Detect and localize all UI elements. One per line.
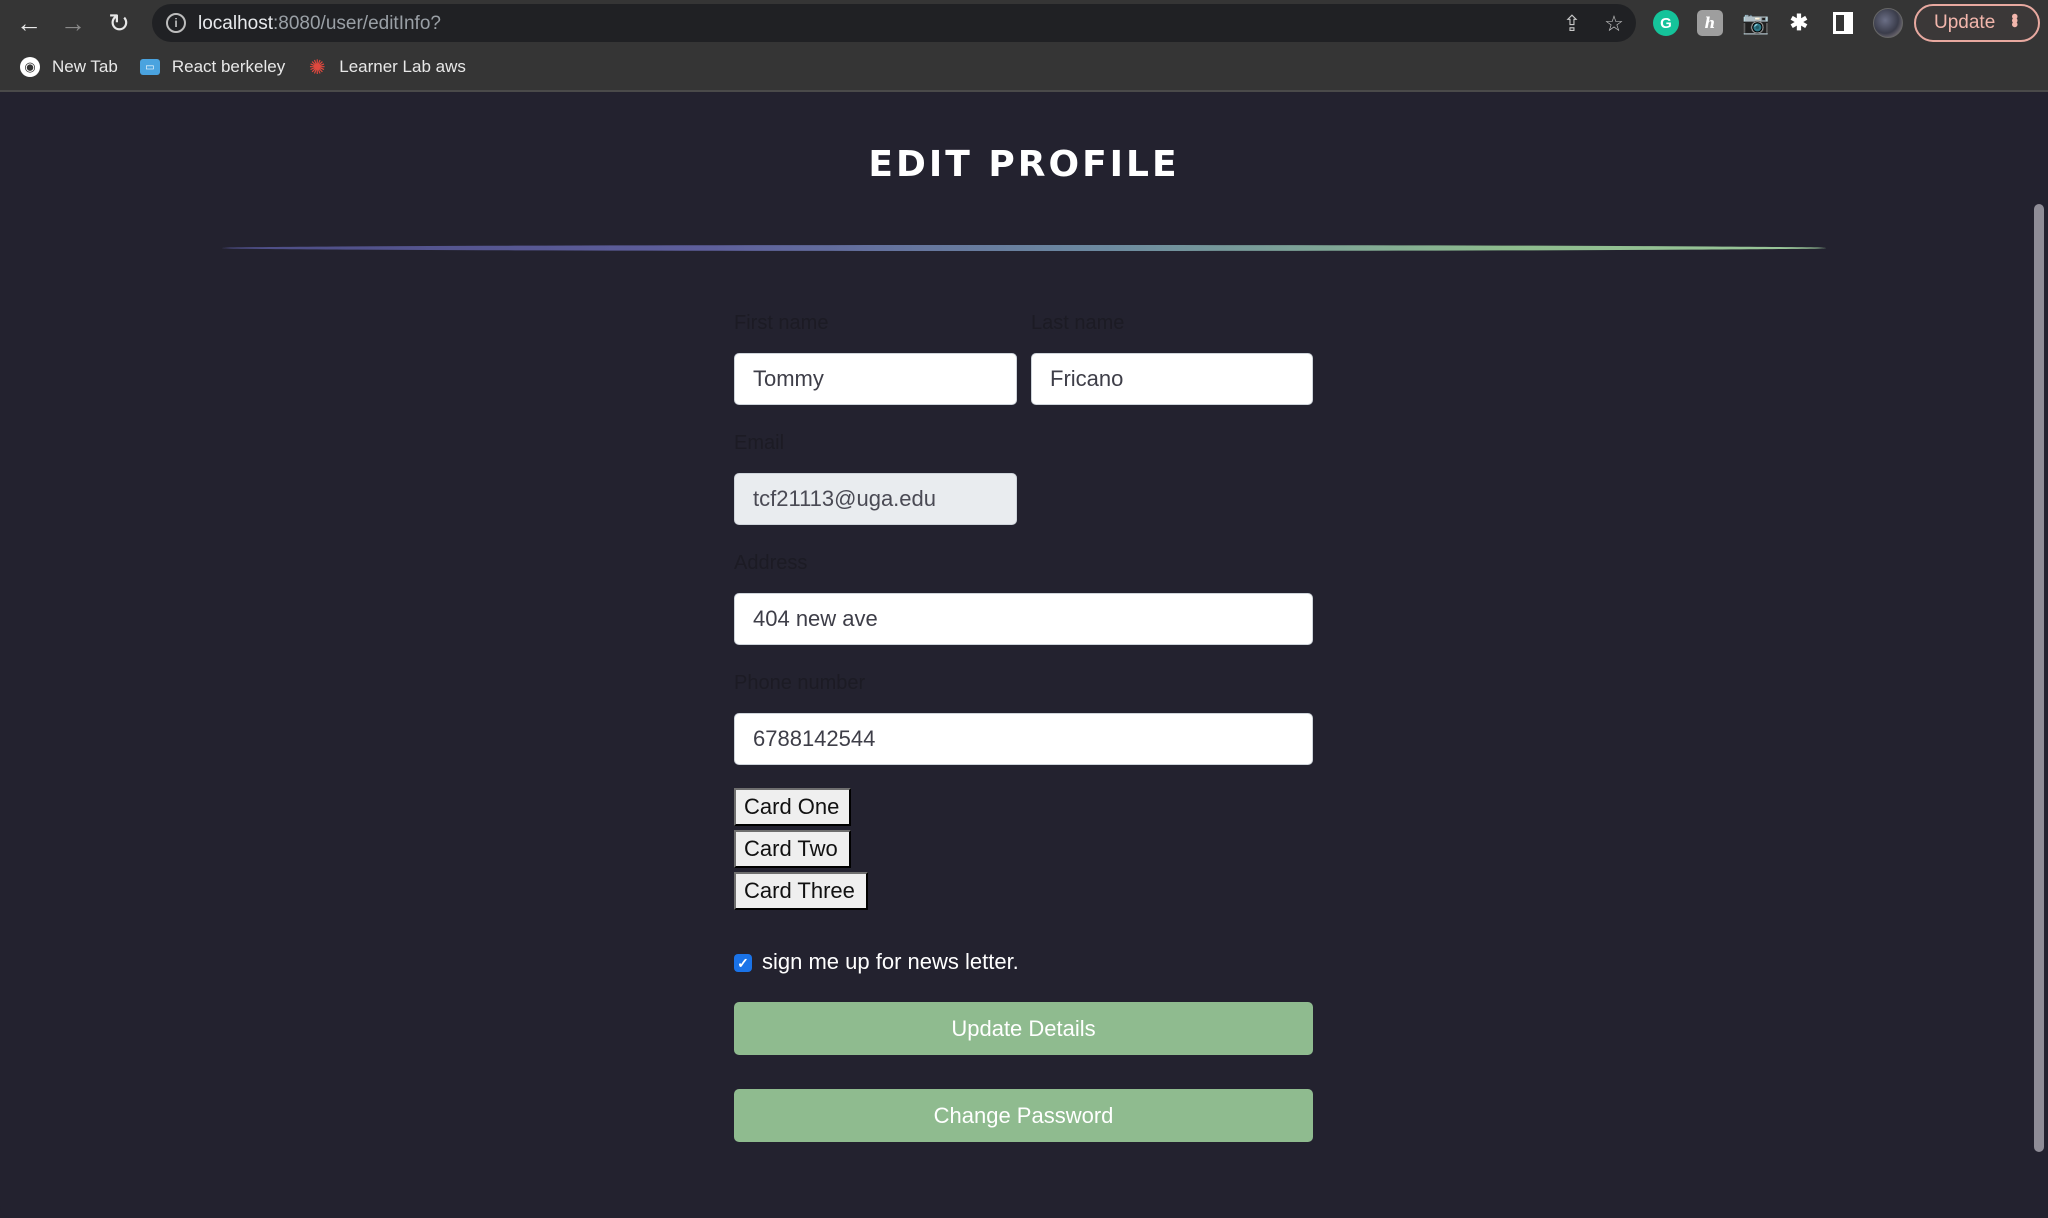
email-input[interactable]: [734, 473, 1017, 525]
address-label: Address: [734, 552, 808, 574]
last-name-label: Last name: [1031, 312, 1125, 334]
browser-update-button[interactable]: Update •••: [1914, 4, 2040, 42]
url-path: :8080/user/editInfo?: [273, 13, 441, 34]
browser-toolbar: ← → ↻ i localhost:8080/user/editInfo? ⇪ …: [0, 0, 2048, 92]
page-title: EDIT PROFILE: [868, 144, 1180, 185]
update-details-button[interactable]: Update Details: [734, 1002, 1313, 1055]
monitor-icon: ▭: [139, 59, 160, 75]
bookmark-new-tab[interactable]: ◉ New Tab: [20, 57, 118, 77]
first-name-label: First name: [734, 312, 829, 334]
bookmark-learner-lab-aws[interactable]: ✺ Learner Lab aws: [307, 56, 466, 79]
newsletter-label[interactable]: sign me up for news letter.: [762, 949, 1019, 975]
back-icon[interactable]: ←: [14, 8, 44, 38]
bookmark-star-icon[interactable]: ☆: [1602, 12, 1626, 36]
update-label: Update: [1934, 12, 1996, 33]
bookmarks-bar: ◉ New Tab ▭ React berkeley ✺ Learner Lab…: [0, 52, 488, 82]
share-icon[interactable]: ⇪: [1560, 12, 1584, 36]
phone-label: Phone number: [734, 672, 866, 694]
profile-avatar[interactable]: [1873, 8, 1903, 38]
bookmark-label: Learner Lab aws: [339, 57, 466, 76]
url-text[interactable]: localhost:8080/user/editInfo?: [198, 13, 441, 35]
reload-icon[interactable]: ↻: [104, 8, 134, 38]
last-name-input[interactable]: [1031, 353, 1313, 405]
extensions-puzzle-icon[interactable]: ✱: [1786, 10, 1812, 36]
globe-icon: ◉: [20, 57, 40, 77]
gradient-divider: [222, 245, 1826, 251]
bookmark-label: React berkeley: [171, 57, 286, 76]
newsletter-checkbox[interactable]: ✓: [734, 954, 752, 972]
card-two-button[interactable]: Card Two: [734, 830, 851, 868]
vertical-scrollbar[interactable]: [2034, 204, 2044, 1152]
card-one-button[interactable]: Card One: [734, 788, 851, 826]
card-three-button[interactable]: Card Three: [734, 872, 868, 910]
honey-icon[interactable]: h: [1697, 10, 1723, 36]
canvas-icon: ✺: [308, 56, 326, 79]
url-host: localhost: [198, 13, 273, 34]
camera-icon[interactable]: 📷: [1742, 10, 1769, 36]
phone-input[interactable]: [734, 713, 1313, 765]
change-password-button[interactable]: Change Password: [734, 1089, 1313, 1142]
side-panel-icon[interactable]: [1833, 12, 1853, 34]
first-name-input[interactable]: [734, 353, 1017, 405]
site-info-icon[interactable]: i: [166, 13, 186, 33]
grammarly-icon[interactable]: G: [1653, 10, 1679, 36]
bookmark-label: New Tab: [52, 57, 118, 76]
address-bar[interactable]: i localhost:8080/user/editInfo? ⇪ ☆: [152, 4, 1636, 42]
address-input[interactable]: [734, 593, 1313, 645]
forward-icon[interactable]: →: [58, 8, 88, 38]
menu-kebab-icon[interactable]: •••: [2003, 13, 2025, 25]
email-label: Email: [734, 432, 785, 454]
page-content: EDIT PROFILE First name Last name Email …: [0, 94, 2048, 1218]
bookmark-react-berkeley[interactable]: ▭ React berkeley: [139, 57, 286, 77]
